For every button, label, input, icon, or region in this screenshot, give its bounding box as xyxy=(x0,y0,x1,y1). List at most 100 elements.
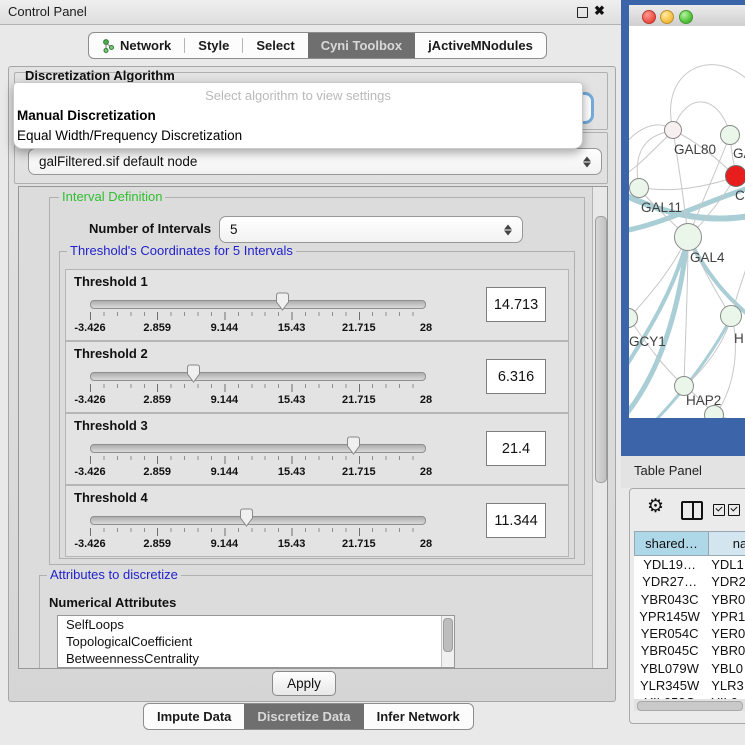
mac-close-icon[interactable] xyxy=(642,10,656,24)
close-icon[interactable]: ✖ xyxy=(594,3,605,19)
attributes-group-label: Attributes to discretize xyxy=(47,568,181,581)
list-item[interactable]: BetweennessCentrality xyxy=(58,650,454,667)
numerical-attributes-label: Numerical Attributes xyxy=(49,595,176,610)
threshold-1-slider-thumb[interactable] xyxy=(275,292,290,311)
tab-discretize-data[interactable]: Discretize Data xyxy=(244,704,363,729)
panel-title: Control Panel xyxy=(8,4,87,19)
node-label-gal4: GAL4 xyxy=(690,250,725,265)
dropdown-option-manual[interactable]: Manual Discretization xyxy=(14,106,582,126)
tab-style[interactable]: Style xyxy=(185,33,242,58)
thresholds-group-label: Threshold's Coordinates for 5 Intervals xyxy=(67,244,296,257)
tab-select[interactable]: Select xyxy=(243,33,307,58)
tab-cyni-toolbox[interactable]: Cyni Toolbox xyxy=(308,33,415,58)
column-header-name[interactable]: na xyxy=(709,531,745,556)
threshold-4-label: Threshold 4 xyxy=(74,490,148,505)
list-item[interactable]: SelfLoops xyxy=(58,616,454,633)
number-of-intervals-value: 5 xyxy=(230,222,238,237)
dropdown-hint: Select algorithm to view settings xyxy=(14,86,582,106)
threshold-2-slider-track[interactable] xyxy=(90,372,426,381)
threshold-4-panel: Threshold 4 -3.4262.8599.14415.4321.7152… xyxy=(65,485,569,557)
table-data-value: galFiltered.sif default node xyxy=(39,154,197,169)
table-row[interactable]: YBR045CYBR0 xyxy=(634,642,745,659)
horizontal-scrollbar[interactable] xyxy=(634,699,745,711)
bottom-tab-bar: Impute Data Discretize Data Infer Networ… xyxy=(143,703,474,730)
node-gal80[interactable] xyxy=(665,122,682,139)
table-panel-title: Table Panel xyxy=(634,463,702,478)
threshold-3-slider-track[interactable] xyxy=(90,444,426,453)
mac-zoom-icon[interactable] xyxy=(679,10,693,24)
number-of-intervals-label: Number of Intervals xyxy=(89,221,211,236)
threshold-1-label: Threshold 1 xyxy=(74,274,148,289)
list-item[interactable]: TopologicalCoefficient xyxy=(58,633,454,650)
node-gcy1[interactable] xyxy=(629,309,638,328)
list-scrollbar[interactable] xyxy=(441,616,454,667)
threshold-3-value-field[interactable]: 21.4 xyxy=(486,431,546,466)
table-row[interactable]: YDR27…YDR2 xyxy=(634,573,745,590)
node-gal4[interactable] xyxy=(675,224,702,251)
algorithm-dropdown-popup: Select algorithm to view settings Manual… xyxy=(13,82,583,149)
table-row[interactable]: YPR145WYPR1 xyxy=(634,608,745,625)
threshold-2-label: Threshold 2 xyxy=(74,346,148,361)
node-ga-partial[interactable] xyxy=(721,126,740,145)
interval-definition-label: Interval Definition xyxy=(59,190,165,203)
node-label-gal11: GAL11 xyxy=(641,200,682,215)
node-h-partial[interactable] xyxy=(721,306,742,327)
top-tab-bar: Network Style Select Cyni Toolbox jActiv… xyxy=(88,32,547,59)
tab-impute-data[interactable]: Impute Data xyxy=(144,704,244,729)
threshold-3-slider-thumb[interactable] xyxy=(346,436,361,455)
threshold-3-panel: Threshold 3 -3.4262.8599.14415.4321.7152… xyxy=(65,413,569,485)
combo-spinner-icon xyxy=(583,156,591,167)
tab-jactivemnodules[interactable]: jActiveMNodules xyxy=(415,33,546,58)
checkbox-icon[interactable] xyxy=(728,504,740,516)
threshold-4-value-field[interactable]: 11.344 xyxy=(486,503,546,538)
network-view-canvas[interactable]: GAL80 GA C GAL11 GAL4 GCY1 H HAP2 xyxy=(629,26,745,418)
threshold-2-panel: Threshold 2 -3.4262.8599.14415.4321.7152… xyxy=(65,341,569,413)
threshold-4-slider-track[interactable] xyxy=(90,516,426,525)
network-graph: GAL80 GA C GAL11 GAL4 GCY1 H HAP2 xyxy=(629,26,745,418)
threshold-2-slider-thumb[interactable] xyxy=(186,364,201,383)
settings-scroll-pane: Interval Definition Number of Intervals … xyxy=(18,186,608,669)
tab-infer-network[interactable]: Infer Network xyxy=(364,704,473,729)
mac-minimize-icon[interactable] xyxy=(660,10,674,24)
columns-icon[interactable] xyxy=(681,501,703,520)
table-data-combobox[interactable]: galFiltered.sif default node xyxy=(28,148,602,175)
node-label-c: C xyxy=(735,188,745,203)
threshold-3-label: Threshold 3 xyxy=(74,418,148,433)
table-row[interactable]: YLR345WYLR3 xyxy=(634,677,745,694)
network-window-titlebar xyxy=(629,5,745,27)
table-row[interactable]: YBR043CYBR0 xyxy=(634,591,745,608)
node-gal11[interactable] xyxy=(630,179,649,198)
node-label-ga: GA xyxy=(733,146,745,161)
float-window-icon[interactable] xyxy=(577,7,588,18)
node-label-hap2: HAP2 xyxy=(686,393,721,408)
column-header-shared[interactable]: shared… xyxy=(634,531,709,556)
table-header-row: shared… na xyxy=(634,531,745,556)
screen: Control Panel ✖ Network Style Select Cyn… xyxy=(0,0,745,745)
node-label-gcy1: GCY1 xyxy=(629,334,666,349)
number-of-intervals-combobox[interactable]: 5 xyxy=(219,216,523,243)
threshold-2-value-field[interactable]: 6.316 xyxy=(486,359,546,394)
tab-network[interactable]: Network xyxy=(89,33,184,58)
node-label-h: H xyxy=(734,331,744,346)
table-row[interactable]: YBL079WYBL0 xyxy=(634,660,745,677)
threshold-1-value-field[interactable]: 14.713 xyxy=(486,287,546,322)
combo-spinner-icon xyxy=(504,224,512,235)
tab-network-label: Network xyxy=(120,38,171,53)
table-body: YDL19…YDL1 YDR27…YDR2 YBR043CYBR0 YPR145… xyxy=(634,556,745,700)
settings-scrollbar[interactable] xyxy=(592,187,607,668)
apply-button[interactable]: Apply xyxy=(272,671,336,696)
node-red-selected[interactable] xyxy=(726,166,745,187)
threshold-4-slider-thumb[interactable] xyxy=(239,508,254,527)
table-row[interactable]: YER054CYER0 xyxy=(634,625,745,642)
checkbox-icon[interactable] xyxy=(713,504,725,516)
gear-icon[interactable]: ⚙ xyxy=(647,497,664,516)
table-row[interactable]: YDL19…YDL1 xyxy=(634,556,745,573)
control-panel-titlebar: Control Panel ✖ xyxy=(0,0,621,25)
dropdown-option-equal-width[interactable]: Equal Width/Frequency Discretization xyxy=(14,126,582,146)
threshold-1-slider-track[interactable] xyxy=(90,300,426,309)
threshold-1-panel: Threshold 1 -3.4262.8599.14415.4321.7152… xyxy=(65,269,569,341)
discretization-algorithm-label: Discretization Algorithm xyxy=(22,69,178,82)
network-icon xyxy=(102,39,115,53)
table-panel: ⚙ shared… na YDL19…YDL1 YDR27…YDR2 YBR04… xyxy=(629,488,745,724)
numerical-attributes-list: SelfLoops TopologicalCoefficient Between… xyxy=(57,615,455,668)
